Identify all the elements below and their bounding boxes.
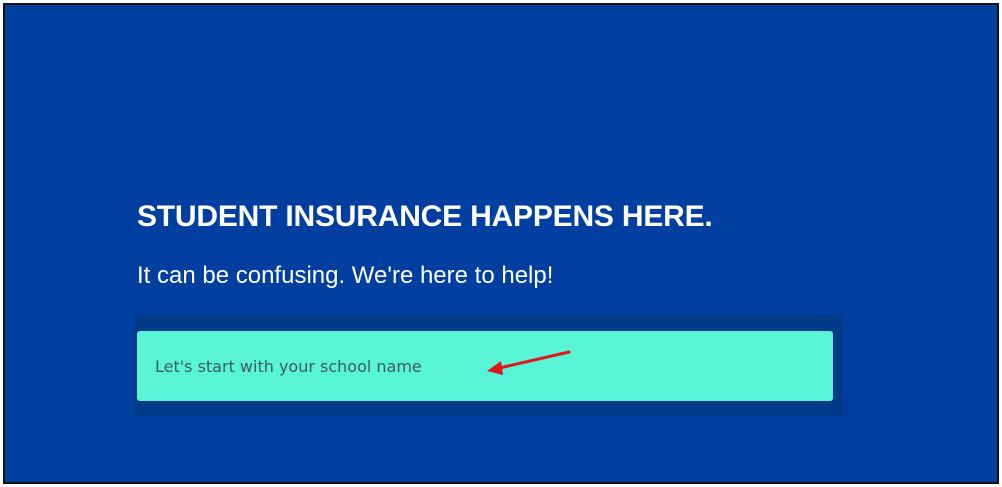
hero-section: STUDENT INSURANCE HAPPENS HERE. It can b… [3,3,999,484]
hero-headline: STUDENT INSURANCE HAPPENS HERE. [137,200,713,233]
hero-subheadline: It can be confusing. We're here to help! [137,262,554,289]
red-arrow-icon [487,350,571,375]
